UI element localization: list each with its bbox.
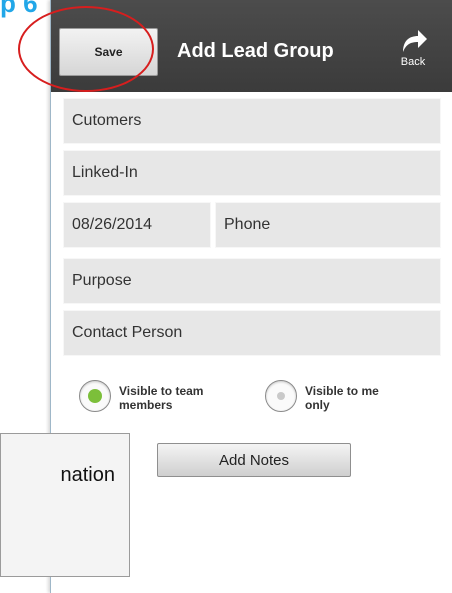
app-bar: Save Add Lead Group Back bbox=[51, 0, 452, 92]
me-radio-button[interactable] bbox=[265, 380, 297, 412]
radio-unselected-dot bbox=[277, 392, 285, 400]
visible-to-me-option[interactable]: Visible to me only bbox=[265, 380, 401, 412]
team-radio-button[interactable] bbox=[79, 380, 111, 412]
callout-box: nation bbox=[0, 433, 130, 577]
screen-title: Add Lead Group bbox=[177, 40, 334, 62]
visible-to-me-label: Visible to me only bbox=[305, 384, 379, 412]
source-field[interactable]: Linked-In bbox=[63, 150, 441, 196]
save-button[interactable]: Save bbox=[59, 28, 158, 76]
method-field[interactable]: Phone bbox=[215, 202, 441, 248]
slide-title: p 6 bbox=[0, 0, 38, 18]
back-label: Back bbox=[400, 56, 426, 68]
back-button[interactable]: Back bbox=[391, 28, 435, 84]
callout-text: nation bbox=[60, 464, 116, 486]
radio-selected-dot bbox=[88, 389, 102, 403]
visible-to-team-label: Visible to team members bbox=[119, 384, 204, 412]
add-notes-button[interactable]: Add Notes bbox=[157, 443, 351, 477]
group-name-field[interactable]: Cutomers bbox=[63, 98, 441, 144]
date-field[interactable]: 08/26/2014 bbox=[63, 202, 211, 248]
visible-to-team-option[interactable]: Visible to team members bbox=[79, 380, 215, 412]
purpose-field[interactable]: Purpose bbox=[63, 258, 441, 304]
contact-person-field[interactable]: Contact Person bbox=[63, 310, 441, 356]
back-arrow-icon bbox=[403, 30, 427, 52]
